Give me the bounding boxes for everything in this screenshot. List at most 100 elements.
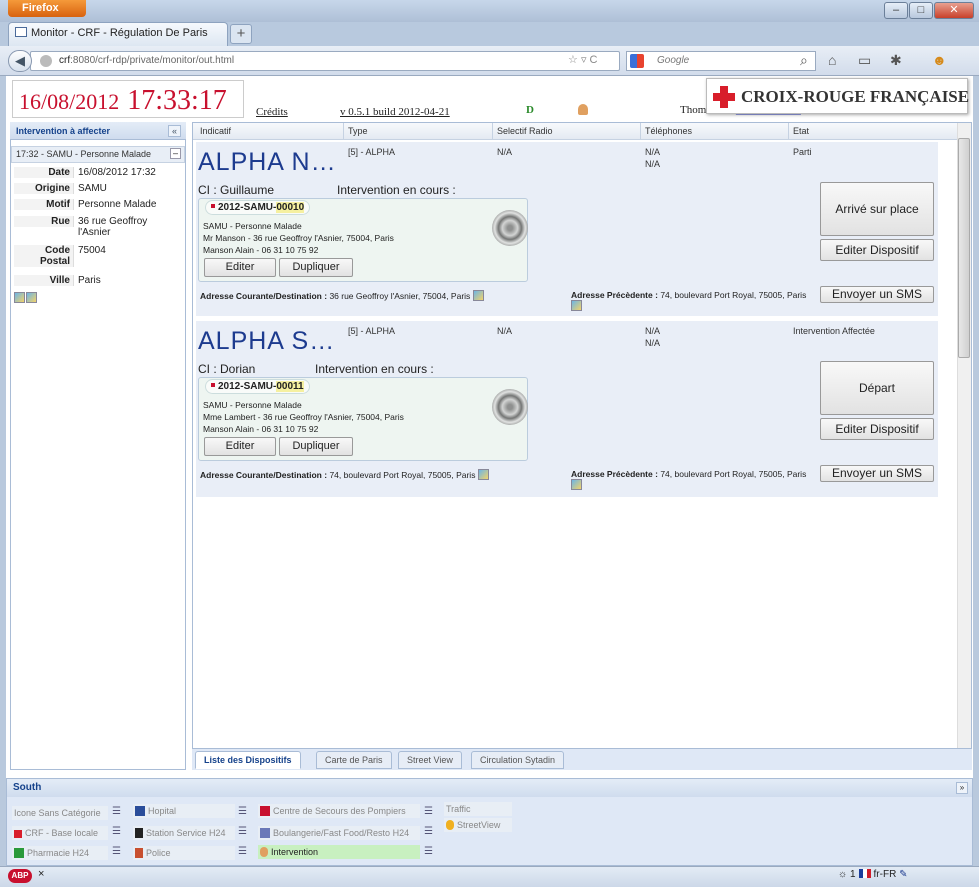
depart-button[interactable]: Départ <box>820 361 934 415</box>
column-header-type[interactable]: Type <box>348 126 368 136</box>
map-icon[interactable] <box>14 292 25 303</box>
user-avatar-icon <box>578 104 588 115</box>
back-button[interactable]: ◀ <box>8 50 32 72</box>
column-header-etat[interactable]: Etat <box>793 126 809 136</box>
send-sms-button[interactable]: Envoyer un SMS <box>820 286 934 303</box>
addon-icon[interactable]: ✱ <box>890 52 902 69</box>
intervention-ref[interactable]: 2012-SAMU-00010 <box>205 200 311 215</box>
smiley-icon[interactable]: ☻ <box>932 52 947 68</box>
field-date: Date 16/08/2012 17:32 <box>14 167 182 181</box>
edit-dispositif-button[interactable]: Editer Dispositif <box>820 418 934 440</box>
list-icon[interactable]: ☰ <box>238 826 247 837</box>
list-icon[interactable]: ☰ <box>238 806 247 817</box>
legend-traffic[interactable]: Traffic <box>444 802 512 816</box>
tab-circulation-sytadin[interactable]: Circulation Sytadin <box>471 751 565 769</box>
legend-boulangerie[interactable]: Boulangerie/Fast Food/Resto H24 <box>258 826 420 840</box>
tab-liste-dispositifs[interactable]: Liste des Dispositifs <box>195 751 301 769</box>
pompiers-icon <box>260 806 270 816</box>
row-phone-2: N/A <box>645 159 661 169</box>
tab-street-view[interactable]: Street View <box>398 751 462 769</box>
row-etat: Parti <box>793 147 812 157</box>
bookmark-star-icon[interactable]: ☆ <box>568 54 578 66</box>
bookmarks-icon[interactable]: ▭ <box>858 52 871 69</box>
bottom-tab-bar <box>192 748 972 770</box>
collapse-left-panel-button[interactable]: « <box>168 125 181 137</box>
map-icon[interactable] <box>571 300 582 311</box>
list-icon[interactable]: ☰ <box>112 846 121 857</box>
edit-dispositif-button[interactable]: Editer Dispositif <box>820 239 934 261</box>
notification-icon[interactable]: ☼ <box>838 869 847 880</box>
status-right: ☼ 1 fr-FR ✎ <box>838 869 907 880</box>
boulangerie-icon <box>260 828 270 838</box>
search-input[interactable]: Google <box>626 51 816 71</box>
edit-button[interactable]: Editer <box>204 437 276 456</box>
close-status-icon[interactable]: × <box>38 868 44 880</box>
list-icon[interactable]: ☰ <box>424 826 433 837</box>
collapse-item-icon[interactable]: – <box>170 148 181 159</box>
version-link[interactable]: v 0.5.1 build 2012-04-21 <box>340 106 450 118</box>
browser-tab[interactable]: Monitor - CRF - Régulation De Paris <box>8 22 228 46</box>
url-bar[interactable]: crf:8080/crf-rdp/private/monitor/out.htm… <box>30 51 620 71</box>
list-icon[interactable]: ☰ <box>112 806 121 817</box>
intervention-ref[interactable]: 2012-SAMU-00011 <box>205 379 310 394</box>
column-separator <box>492 123 493 140</box>
list-icon[interactable]: ☰ <box>424 806 433 817</box>
row-ci: CI : Dorian <box>198 362 256 376</box>
legend-hopital[interactable]: Hopital <box>133 804 235 818</box>
extension-icon[interactable]: ✎ <box>899 869 907 880</box>
legend-pharmacie[interactable]: Pharmacie H24 <box>12 846 108 860</box>
credits-link[interactable]: Crédits <box>256 106 288 118</box>
card-line-3: Manson Alain - 06 31 10 75 92 <box>203 424 319 434</box>
tab-title: Monitor - CRF - Régulation De Paris <box>31 27 208 39</box>
column-header-indicatif[interactable]: Indicatif <box>200 126 231 136</box>
legend-station-service[interactable]: Station Service H24 <box>133 826 235 840</box>
legend-sans-categorie[interactable]: Icone Sans Catégorie <box>12 806 108 820</box>
list-icon[interactable]: ☰ <box>424 846 433 857</box>
legend-streetview[interactable]: StreetView <box>444 818 512 832</box>
firefox-menu-button[interactable]: Firefox <box>8 0 86 17</box>
edit-icon[interactable] <box>26 292 37 303</box>
samu-seal-icon <box>492 389 528 425</box>
site-identity-icon[interactable] <box>40 55 52 67</box>
pharmacie-icon <box>14 848 24 858</box>
intervention-item[interactable]: 17:32 - SAMU - Personne Malade <box>11 146 185 163</box>
search-magnifier-icon[interactable]: ⌕ <box>800 52 808 69</box>
list-icon[interactable]: ☰ <box>238 846 247 857</box>
legend-crf-base[interactable]: CRF - Base locale <box>12 826 108 840</box>
row-type: [5] - ALPHA <box>348 326 396 336</box>
field-motif: Motif Personne Malade <box>14 199 182 213</box>
new-tab-button[interactable]: + <box>230 24 252 44</box>
arrive-sur-place-button[interactable]: Arrivé sur place <box>820 182 934 236</box>
collapse-south-button[interactable]: » <box>956 782 968 794</box>
url-actions: ☆ ▿ C <box>568 53 597 66</box>
locale-label[interactable]: fr-FR <box>874 869 897 880</box>
close-window-button[interactable]: ✕ <box>934 2 974 19</box>
home-icon[interactable]: ⌂ <box>828 52 836 68</box>
legend-intervention[interactable]: Intervention <box>258 845 420 859</box>
minimize-button[interactable]: – <box>884 2 908 19</box>
left-panel-title: Intervention à affecter <box>10 122 186 140</box>
column-header-telephones[interactable]: Téléphones <box>645 126 692 136</box>
south-panel-title: South <box>7 779 972 797</box>
duplicate-button[interactable]: Dupliquer <box>279 258 353 277</box>
bullet-icon <box>211 383 215 387</box>
map-icon[interactable] <box>477 469 489 480</box>
maximize-button[interactable]: □ <box>909 2 933 19</box>
scrollbar-thumb[interactable] <box>958 138 970 358</box>
map-icon[interactable] <box>472 290 484 301</box>
tab-carte-de-paris[interactable]: Carte de Paris <box>316 751 392 769</box>
legend-police[interactable]: Police <box>133 846 235 860</box>
dropdown-arrow-icon[interactable]: ▿ <box>581 54 587 66</box>
police-icon <box>135 848 143 858</box>
edit-button[interactable]: Editer <box>204 258 276 277</box>
map-icon[interactable] <box>571 479 582 490</box>
column-header-radio[interactable]: Selectif Radio <box>497 126 553 136</box>
adblock-icon[interactable]: ABP <box>8 869 32 883</box>
list-icon[interactable]: ☰ <box>112 826 121 837</box>
send-sms-button[interactable]: Envoyer un SMS <box>820 465 934 482</box>
google-icon[interactable] <box>630 54 644 68</box>
legend-pompiers[interactable]: Centre de Secours des Pompiers <box>258 804 420 818</box>
duplicate-button[interactable]: Dupliquer <box>279 437 353 456</box>
reload-icon[interactable]: C <box>590 54 598 66</box>
row-status: Intervention en cours : <box>315 362 434 376</box>
